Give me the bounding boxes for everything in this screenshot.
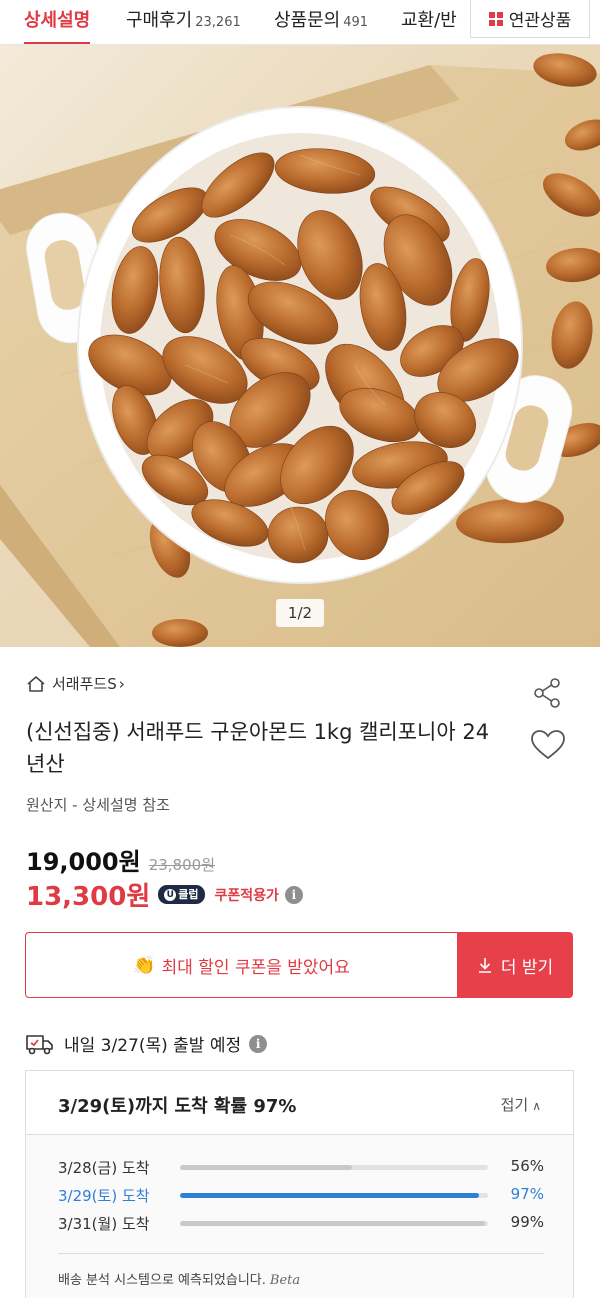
divider [58, 1253, 544, 1254]
coupon-received-button[interactable]: 👏 최대 할인 쿠폰을 받았어요 [25, 932, 457, 998]
tab-label: 교환/반 [401, 10, 457, 31]
price-row: 19,000원 23,800원 [26, 842, 215, 877]
info-icon[interactable]: i [249, 1034, 268, 1053]
tab-exchange[interactable]: 교환/반 [401, 6, 457, 36]
probability-value: 99% [510, 1213, 544, 1231]
tab-count: 491 [343, 15, 369, 30]
coupon-price: 13,300원 [26, 882, 151, 912]
origin-text: 원산지 - 상세설명 참조 [26, 796, 170, 814]
heart-icon[interactable] [530, 729, 566, 761]
tab-count: 23,261 [195, 15, 241, 30]
sale-price: 19,000원 [26, 848, 141, 876]
probability-fill [180, 1221, 485, 1226]
coupon-button-label: 최대 할인 쿠폰을 받았어요 [161, 957, 350, 978]
truck-icon [26, 1034, 53, 1054]
panel-header: 3/29(토)까지 도착 확률 97% 접기 ∧ [26, 1071, 573, 1135]
coupon-price-label: 쿠폰적용가 [214, 887, 279, 904]
probability-fill [180, 1193, 479, 1198]
uclub-text: 클럽 [178, 888, 199, 901]
note-text: 배송 분석 시스템으로 예측되었습니다. [58, 1273, 266, 1288]
uclub-badge: U 클럽 [158, 885, 205, 904]
related-label: 연관상품 [508, 11, 572, 31]
probability-fill [180, 1165, 353, 1170]
info-icon[interactable]: i [284, 885, 303, 904]
delivery-title: 3/29(토)까지 도착 확률 97% [58, 1096, 297, 1117]
related-products-button[interactable]: 연관상품 [470, 0, 590, 38]
tab-inquiries[interactable]: 상품문의 491 [274, 6, 368, 36]
clapping-hands-icon: 👏 [133, 954, 156, 976]
probability-date: 3/28(금) 도착 [58, 1159, 150, 1177]
beta-label: Beta [269, 1273, 301, 1288]
coupon-price-row: 13,300원 U 클럽 쿠폰적용가 i [26, 876, 303, 913]
grid-icon [488, 11, 503, 26]
probability-track [180, 1193, 488, 1198]
shipping-info: 내일 3/27(목) 출발 예정 i [26, 1031, 268, 1056]
share-icon[interactable] [532, 677, 564, 709]
original-price: 23,800원 [148, 856, 215, 874]
probability-date: 3/29(토) 도착 [58, 1187, 150, 1205]
probability-value: 97% [510, 1185, 544, 1203]
probability-track [180, 1165, 488, 1170]
more-button-label: 더 받기 [500, 957, 554, 978]
chevron-up-icon: ∧ [532, 1099, 541, 1113]
product-title: (신선집중) 서래푸드 구운아몬드 1kg 캘리포니아 24년산 [26, 720, 490, 776]
uclub-u: U [164, 888, 177, 901]
probability-row: 3/31(월) 도착 99% [58, 1213, 544, 1235]
seller-name: 서래푸드S [52, 675, 117, 693]
tab-label: 상세설명 [24, 10, 91, 31]
home-icon [27, 675, 45, 692]
probability-row: 3/29(토) 도착 97% [58, 1185, 544, 1207]
shipping-text: 내일 3/27(목) 출발 예정 [64, 1036, 242, 1056]
probability-value: 56% [510, 1157, 544, 1175]
tab-label: 상품문의 [274, 10, 341, 31]
delivery-probability-panel: 3/29(토)까지 도착 확률 97% 접기 ∧ 3/28(금) 도착 56% 3… [25, 1070, 574, 1298]
fold-label: 접기 [500, 1096, 529, 1114]
probability-date: 3/31(월) 도착 [58, 1215, 150, 1233]
fold-toggle[interactable]: 접기 ∧ [501, 1094, 541, 1115]
download-icon [478, 958, 491, 973]
product-image[interactable]: 1/2 [0, 45, 600, 647]
prediction-note: 배송 분석 시스템으로 예측되었습니다. Beta [58, 1269, 300, 1288]
tab-label: 구매후기 [126, 10, 193, 31]
tab-reviews[interactable]: 구매후기 23,261 [126, 6, 241, 36]
almond-bowl-illustration [0, 53, 600, 647]
tab-bar: 상세설명 구매후기 23,261 상품문의 491 교환/반 연관상품 [0, 0, 600, 45]
seller-link[interactable]: 서래푸드S › [26, 673, 125, 694]
chevron-right-icon: › [118, 674, 125, 693]
get-more-coupons-button[interactable]: 더 받기 [457, 932, 573, 998]
probability-track [180, 1221, 488, 1226]
tab-detail[interactable]: 상세설명 [24, 6, 91, 44]
probability-row: 3/28(금) 도착 56% [58, 1157, 544, 1179]
image-counter: 1/2 [276, 599, 324, 627]
